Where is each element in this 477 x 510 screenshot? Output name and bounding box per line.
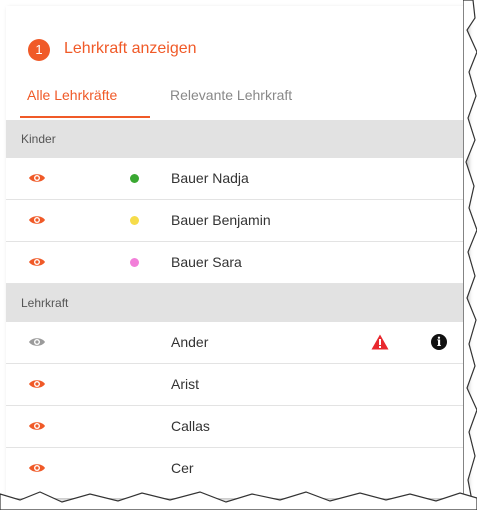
lehrkraft-panel: 1 Lehrkraft anzeigen Alle Lehrkräfte Rel… xyxy=(6,6,467,498)
color-dot xyxy=(130,174,139,183)
list-item: Bauer Benjamin xyxy=(6,200,467,242)
section-header-lehrkraft: Lehrkraft xyxy=(6,284,467,322)
step-badge: 1 xyxy=(28,39,50,61)
torn-edge-right xyxy=(463,0,477,506)
visibility-list: Kinder Bauer Nadja Bauer Benjamin Bauer … xyxy=(6,120,467,489)
item-name: Callas xyxy=(171,418,210,434)
list-item: Arist xyxy=(6,364,467,406)
list-item: Callas xyxy=(6,406,467,448)
eye-icon[interactable] xyxy=(28,171,46,183)
tab-alle-lehrkraefte[interactable]: Alle Lehrkräfte xyxy=(27,86,117,118)
list-item: Ander i xyxy=(6,322,467,364)
item-name: Bauer Benjamin xyxy=(171,212,271,228)
eye-icon[interactable] xyxy=(28,255,46,267)
eye-icon[interactable] xyxy=(28,213,46,225)
item-name: Bauer Nadja xyxy=(171,170,249,186)
active-tab-indicator xyxy=(20,116,150,118)
warning-triangle-icon[interactable] xyxy=(371,334,389,350)
eye-icon[interactable] xyxy=(28,461,46,473)
section-header-kinder: Kinder xyxy=(6,120,467,158)
tab-bar: Alle Lehrkräfte Relevante Lehrkraft xyxy=(6,86,467,120)
item-name: Cer xyxy=(171,460,194,476)
color-dot xyxy=(130,216,139,225)
list-item: Bauer Nadja xyxy=(6,158,467,200)
eye-icon[interactable] xyxy=(28,419,46,431)
tab-relevante-lehrkraft[interactable]: Relevante Lehrkraft xyxy=(170,86,292,118)
info-icon[interactable]: i xyxy=(431,334,447,350)
color-dot xyxy=(130,258,139,267)
torn-edge-bottom xyxy=(0,491,477,510)
eye-icon[interactable] xyxy=(28,335,46,347)
panel-header: 1 Lehrkraft anzeigen xyxy=(6,6,467,86)
item-name: Arist xyxy=(171,376,199,392)
item-name: Ander xyxy=(171,334,209,350)
eye-icon[interactable] xyxy=(28,377,46,389)
panel-title: Lehrkraft anzeigen xyxy=(64,40,197,57)
list-item: Bauer Sara xyxy=(6,242,467,284)
list-item: Cer xyxy=(6,448,467,489)
item-name: Bauer Sara xyxy=(171,254,242,270)
